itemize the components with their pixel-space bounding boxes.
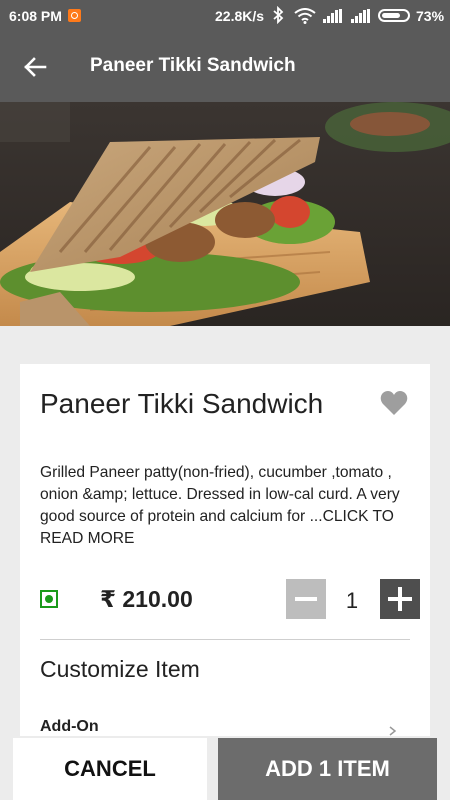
decrease-quantity-button[interactable] [286, 579, 326, 619]
chevron-right-icon[interactable] [388, 726, 398, 736]
heart-icon[interactable] [380, 390, 408, 416]
bottom-action-bar: CANCEL ADD 1 ITEM [0, 736, 450, 800]
item-card: Paneer Tikki Sandwich Grilled Paneer pat… [20, 364, 430, 800]
add-item-button[interactable]: ADD 1 ITEM [218, 738, 437, 800]
battery-percent: 73% [416, 8, 445, 24]
signal-icon [351, 9, 370, 23]
item-price: ₹ 210.00 [100, 586, 193, 612]
status-bar: 6:08 PM 22.8K/s 73% [0, 0, 450, 32]
signal-icon [323, 9, 342, 23]
sandwich-photo [0, 102, 450, 326]
bluetooth-icon [273, 6, 284, 24]
page-title: Paneer Tikki Sandwich [90, 55, 296, 76]
battery-icon [378, 9, 410, 22]
divider [40, 639, 410, 640]
status-time: 6:08 PM [9, 8, 62, 24]
veg-mark-icon [40, 590, 58, 608]
notification-icon [68, 9, 81, 22]
customize-heading: Customize Item [40, 656, 200, 682]
wifi-icon [294, 8, 316, 24]
increase-quantity-button[interactable] [380, 579, 420, 619]
quantity-value: 1 [345, 588, 359, 613]
app-bar: Paneer Tikki Sandwich [0, 32, 450, 102]
network-speed: 22.8K/s [215, 8, 265, 24]
item-name: Paneer Tikki Sandwich [40, 388, 324, 419]
back-arrow-icon[interactable] [22, 54, 48, 80]
cancel-button[interactable]: CANCEL [13, 738, 207, 800]
addon-label[interactable]: Add-On [40, 718, 99, 736]
item-description: Grilled Paneer patty(non-fried), cucumbe… [40, 462, 412, 550]
